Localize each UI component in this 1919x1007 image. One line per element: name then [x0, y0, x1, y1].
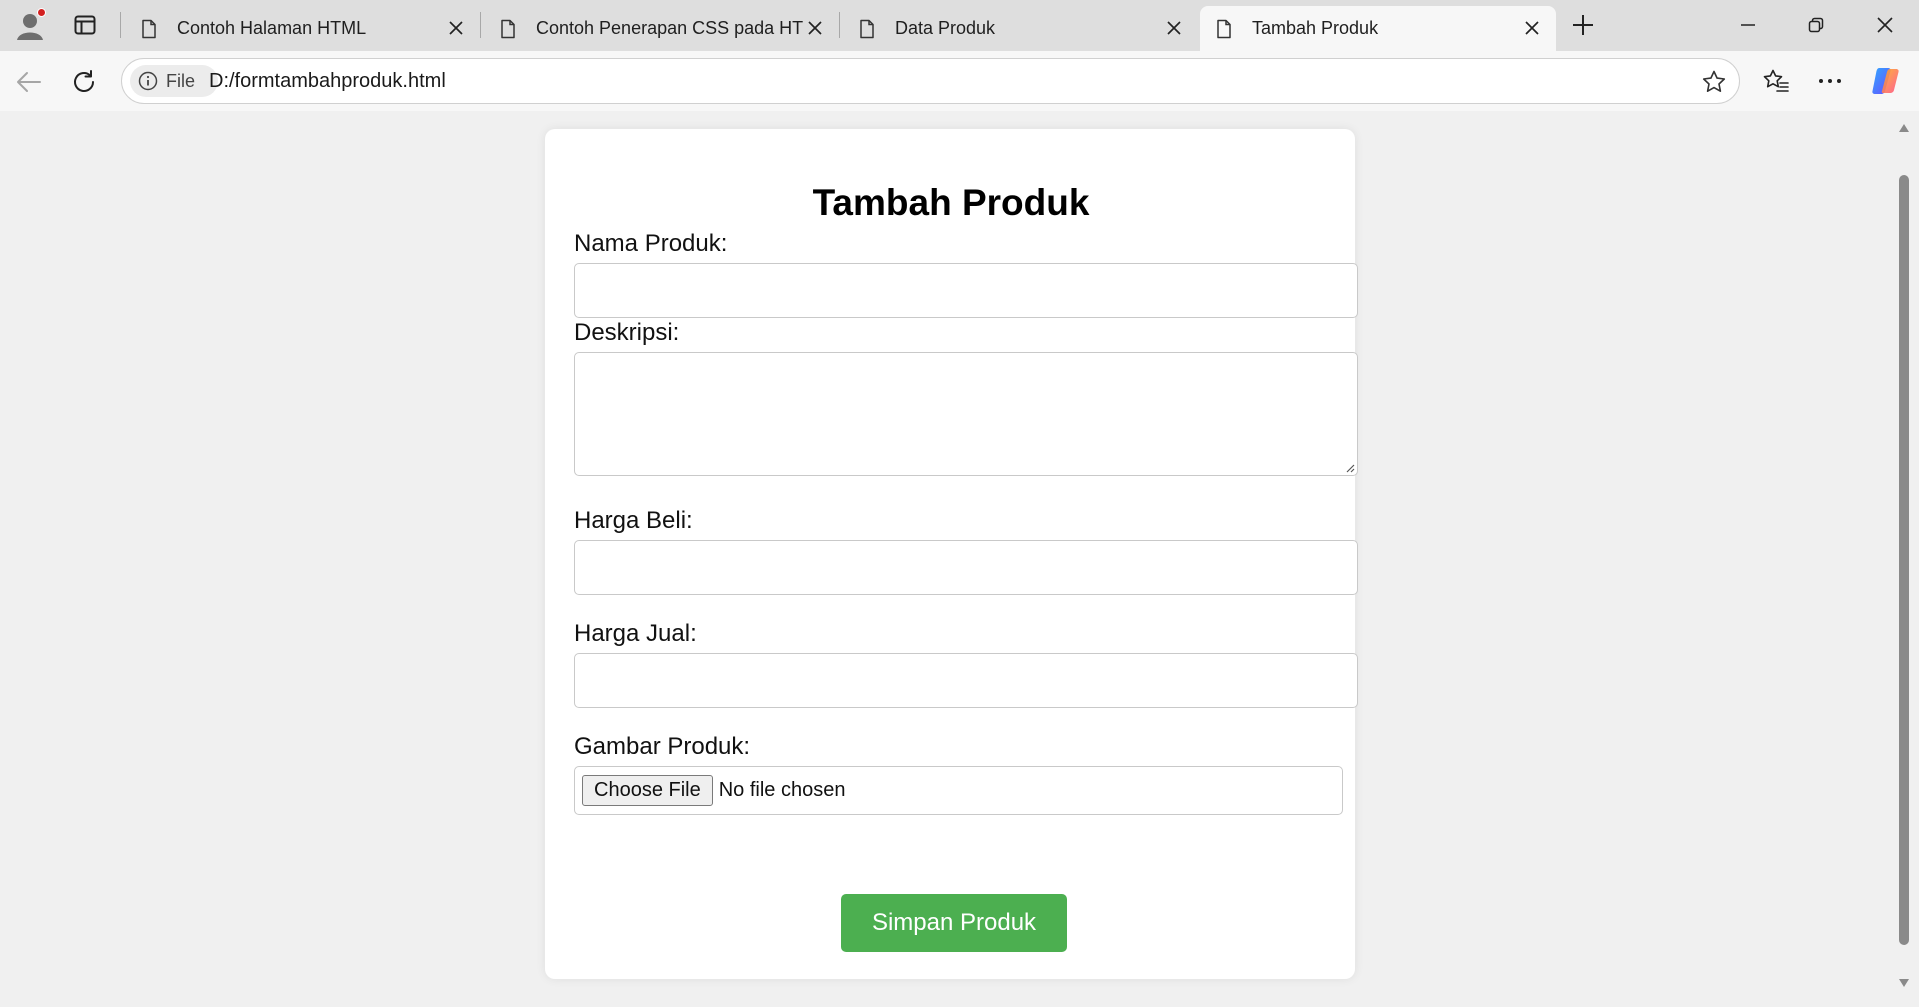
close-icon[interactable] — [446, 18, 466, 38]
page-viewport: Tambah Produk Nama Produk: Deskripsi: Ha… — [5, 111, 1895, 1001]
close-icon[interactable] — [1522, 18, 1542, 38]
simpan-produk-button[interactable]: Simpan Produk — [841, 894, 1067, 952]
close-icon[interactable] — [805, 18, 825, 38]
vertical-scrollbar[interactable] — [1895, 111, 1913, 1001]
tab-title: Data Produk — [895, 18, 996, 38]
refresh-icon[interactable] — [67, 65, 101, 99]
star-icon[interactable] — [1701, 69, 1727, 95]
site-chip-label: File — [166, 70, 196, 91]
restore-icon[interactable] — [1794, 8, 1838, 42]
form-card: Tambah Produk Nama Produk: Deskripsi: Ha… — [545, 129, 1358, 979]
scroll-up-icon[interactable] — [1898, 123, 1910, 133]
nama-produk-input[interactable] — [574, 263, 1358, 318]
more-icon[interactable] — [1813, 64, 1847, 98]
nama-produk-label: Nama Produk: — [574, 230, 728, 257]
scroll-down-icon[interactable] — [1898, 978, 1910, 988]
tab-title: Tambah Produk — [1252, 18, 1379, 38]
harga-jual-input[interactable] — [574, 653, 1358, 708]
minimize-icon[interactable] — [1726, 8, 1770, 42]
tab-separator — [120, 12, 121, 38]
notification-dot — [37, 8, 46, 17]
deskripsi-textarea[interactable] — [574, 352, 1358, 476]
scrollbar-thumb[interactable] — [1899, 175, 1909, 945]
profile-icon[interactable] — [12, 8, 48, 44]
tab-contoh-penerapan-css[interactable]: Contoh Penerapan CSS pada HTML — [484, 6, 839, 51]
deskripsi-label: Deskripsi: — [574, 319, 680, 346]
tab-strip: Contoh Halaman HTML Contoh Penerapan CSS… — [0, 0, 1919, 51]
document-icon — [857, 19, 877, 39]
harga-jual-label: Harga Jual: — [574, 620, 697, 647]
document-icon — [139, 19, 159, 39]
site-info-chip[interactable]: File — [130, 65, 218, 97]
tab-actions-icon[interactable] — [70, 10, 100, 40]
tab-contoh-halaman-html[interactable]: Contoh Halaman HTML — [125, 6, 480, 51]
address-bar[interactable]: File D:/formtambahproduk.html — [121, 58, 1740, 104]
document-icon — [498, 19, 518, 39]
resize-grip-icon[interactable] — [1345, 463, 1355, 473]
tab-title: Contoh Halaman HTML — [177, 18, 367, 38]
copilot-icon[interactable] — [1869, 64, 1903, 98]
tab-tambah-produk[interactable]: Tambah Produk — [1200, 6, 1556, 51]
page-title: Tambah Produk — [812, 182, 1090, 223]
file-status-text: No file chosen — [718, 779, 846, 801]
navigation-bar: File D:/formtambahproduk.html — [0, 51, 1919, 111]
window-close-icon[interactable] — [1863, 8, 1907, 42]
tab-separator — [839, 12, 840, 38]
harga-beli-input[interactable] — [574, 540, 1358, 595]
tab-separator — [480, 12, 481, 38]
favorites-icon[interactable] — [1759, 64, 1793, 98]
close-icon[interactable] — [1164, 18, 1184, 38]
document-icon — [1214, 19, 1234, 39]
harga-beli-label: Harga Beli: — [574, 507, 693, 534]
info-icon — [138, 71, 158, 91]
back-icon[interactable] — [12, 65, 46, 99]
tab-title: Contoh Penerapan CSS pada HTML — [536, 18, 803, 38]
gambar-produk-file-input[interactable]: Choose File No file chosen — [574, 766, 1343, 815]
url-text[interactable]: D:/formtambahproduk.html — [209, 70, 446, 93]
choose-file-button[interactable]: Choose File — [582, 775, 713, 806]
gambar-produk-label: Gambar Produk: — [574, 733, 751, 760]
tab-data-produk[interactable]: Data Produk — [843, 6, 1198, 51]
plus-icon[interactable] — [1568, 10, 1598, 40]
